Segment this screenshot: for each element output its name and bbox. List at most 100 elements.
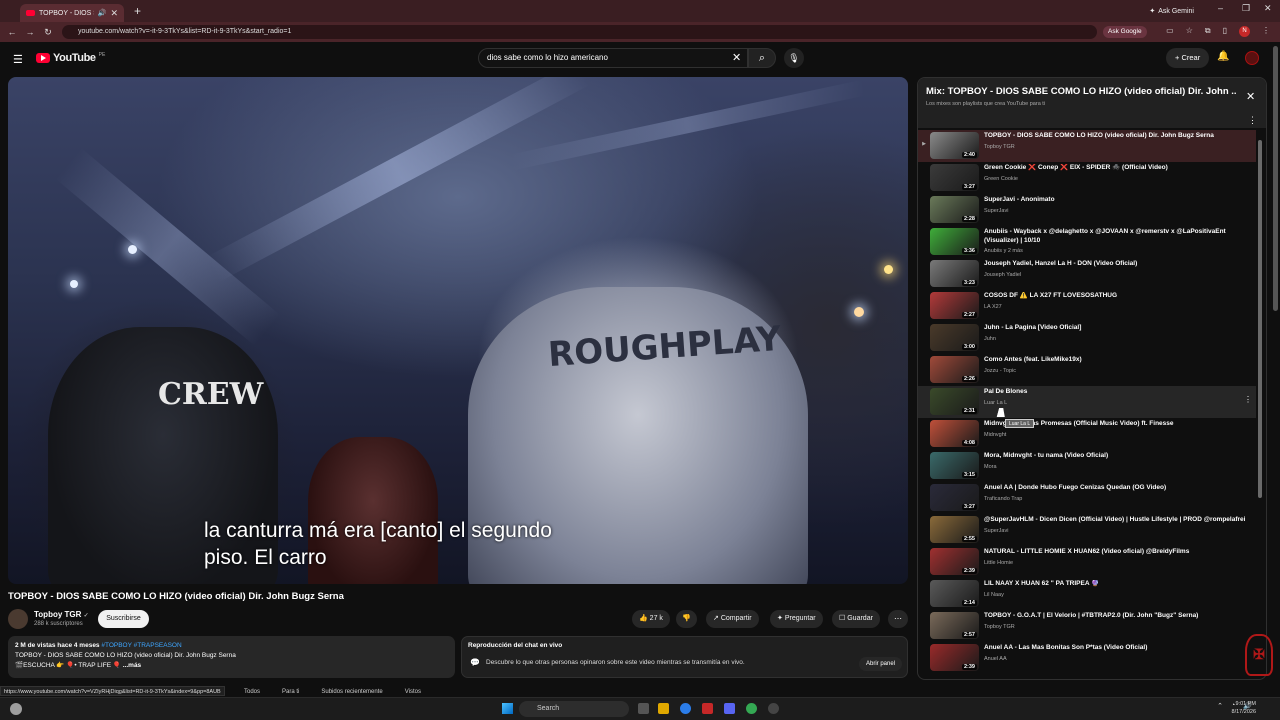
playlist-item-channel[interactable]: Juhn xyxy=(984,336,1246,342)
playlist-item-channel[interactable]: Mora xyxy=(984,464,1246,470)
show-more-link[interactable]: ...más xyxy=(123,662,141,669)
close-window-button[interactable]: ✕ xyxy=(1264,3,1272,14)
hamburger-menu-icon[interactable]: ☰ xyxy=(13,53,23,66)
menu-dots-icon[interactable]: ⋮ xyxy=(1262,26,1270,37)
create-button[interactable]: + Crear xyxy=(1166,48,1210,68)
playlist-item[interactable]: 2:28 SuperJavi - Anonimato SuperJavi xyxy=(918,194,1256,226)
ask-google-button[interactable]: Ask Google xyxy=(1103,26,1147,38)
playlist-scrollbar[interactable] xyxy=(1258,140,1262,498)
channel-avatar[interactable] xyxy=(8,609,28,629)
search-input[interactable]: dios sabe como lo hizo americano xyxy=(478,48,748,68)
playlist-item[interactable]: 2:14 LIL NAAY X HUAN 62 " PA TRIPEA 🔮 Lil … xyxy=(918,578,1256,610)
playlist-item-channel[interactable]: SuperJavi xyxy=(984,528,1246,534)
playlist-item-channel[interactable]: Topboy TGR xyxy=(984,624,1246,630)
playlist-item-title[interactable]: SuperJavi - Anonimato xyxy=(984,196,1246,205)
playlist-item-channel[interactable]: Traficando Trap xyxy=(984,496,1246,502)
playlist-item[interactable]: ▶ 2:40 TOPBOY - DIOS SABE COMO LO HIZO (vi… xyxy=(918,130,1256,162)
playlist-item-channel[interactable]: Jouseph Yadiel xyxy=(984,272,1246,278)
playlist-item-title[interactable]: COSOS DF ⚠️ LA X27 FT LOVESOSATHUG xyxy=(984,292,1246,301)
weather-icon[interactable] xyxy=(10,703,22,715)
playlist-item[interactable]: 3:23 Jouseph Yadiel, Hanzel La H - DON (V… xyxy=(918,258,1256,290)
playlist-item-title[interactable]: Pal De Blones xyxy=(984,388,1246,397)
playlist-item-channel[interactable]: Midnvght xyxy=(984,432,1246,438)
playlist-item[interactable]: 2:57 TOPBOY - G.O.A.T | El Velorio | #TBT… xyxy=(918,610,1256,642)
profile-avatar[interactable]: N xyxy=(1239,26,1250,37)
minimize-button[interactable]: – xyxy=(1218,3,1223,13)
video-thumbnail[interactable]: 2:26 xyxy=(930,356,979,383)
forward-icon[interactable]: → xyxy=(24,27,36,37)
file-explorer-icon[interactable] xyxy=(658,703,669,714)
subscribe-button[interactable]: Suscribirse xyxy=(98,610,149,628)
cast-icon[interactable]: ▭ xyxy=(1166,26,1174,37)
extensions-icon[interactable]: ⧉ xyxy=(1205,26,1211,37)
video-thumbnail[interactable]: 2:57 xyxy=(930,612,979,639)
playlist-item[interactable]: 3:27 Green Cookie ❌ Conep ❌ EIX - SPIDER … xyxy=(918,162,1256,194)
playlist-item[interactable]: 4:08 Midnvght - Falsas Promesas (Official… xyxy=(918,418,1256,450)
chrome-active-icon[interactable] xyxy=(746,703,757,714)
video-thumbnail[interactable]: 3:15 xyxy=(930,452,979,479)
playlist-item-channel[interactable]: SuperJavi xyxy=(984,208,1246,214)
channel-name[interactable]: Topboy TGR ✓ xyxy=(34,610,89,619)
playlist-item-title[interactable]: Anubiis - Wayback x @delaghetto x @JOVAA… xyxy=(984,228,1246,245)
browser-tab-active[interactable]: TOPBOY - DIOS SABE CO 🔊 ✕ xyxy=(20,4,124,22)
playlist-item-title[interactable]: NATURAL - LITTLE HOMIE X HUAN62 (Video o… xyxy=(984,548,1246,557)
video-thumbnail[interactable]: 3:27 xyxy=(930,164,979,191)
open-panel-button[interactable]: Abrir panel xyxy=(858,657,902,671)
playlist-item-title[interactable]: TOPBOY - DIOS SABE COMO LO HIZO (video o… xyxy=(984,132,1246,141)
playlist-item-title[interactable]: TOPBOY - G.O.A.T | El Velorio | #TBTRAP2… xyxy=(984,612,1246,621)
like-button[interactable]: 👍 27 k xyxy=(632,610,670,628)
app-icon[interactable] xyxy=(768,703,779,714)
task-view-icon[interactable] xyxy=(638,703,649,714)
video-thumbnail[interactable]: 3:36 xyxy=(930,228,979,255)
playlist-item-channel[interactable]: Jozzu - Topic xyxy=(984,368,1246,374)
share-button[interactable]: ↗ Compartir xyxy=(706,610,759,628)
ask-gemini-button[interactable]: ✦ Ask Gemini xyxy=(1143,4,1200,18)
chip-para-ti[interactable]: Para ti xyxy=(282,689,299,695)
video-thumbnail[interactable]: 2:39 xyxy=(930,548,979,575)
start-button[interactable] xyxy=(502,703,513,714)
playlist-item-channel[interactable]: Topboy TGR xyxy=(984,144,1246,150)
playlist-item-channel[interactable]: Anubiis y 2 más xyxy=(984,248,1246,254)
notifications-bell-icon[interactable]: 🔔 xyxy=(1217,51,1229,62)
close-playlist-icon[interactable]: ✕ xyxy=(1246,90,1255,103)
ask-button[interactable]: ✦ Preguntar xyxy=(770,610,823,628)
video-thumbnail[interactable]: 2:55 xyxy=(930,516,979,543)
back-icon[interactable]: ← xyxy=(6,27,18,37)
chip-todos[interactable]: Todos xyxy=(244,689,260,695)
app-icon[interactable] xyxy=(702,703,713,714)
more-actions-button[interactable]: ⋯ xyxy=(888,610,908,628)
chip-subidos[interactable]: Subidos recientemente xyxy=(321,689,382,695)
playlist-item-channel[interactable]: Luar La L xyxy=(984,400,1246,406)
playlist-item[interactable]: 2:26 Como Antes (feat. LikeMike19x) Jozzu … xyxy=(918,354,1256,386)
chip-vistos[interactable]: Vistos xyxy=(405,689,421,695)
maximize-button[interactable]: ❐ xyxy=(1242,3,1250,14)
video-thumbnail[interactable]: 3:00 xyxy=(930,324,979,351)
taskbar-clock[interactable]: 9:01 PM 8/17/2026 xyxy=(1232,700,1256,716)
item-menu-icon[interactable]: ⋮ xyxy=(1244,395,1252,404)
video-thumbnail[interactable]: 2:28 xyxy=(930,196,979,223)
video-thumbnail[interactable]: 2:14 xyxy=(930,580,979,607)
playlist-item-title[interactable]: @SuperJavHLM - Dicen Dicen (Official Vid… xyxy=(984,516,1246,525)
playlist-item[interactable]: 3:15 Mora, Midnvght - tu nama (Video Ofic… xyxy=(918,450,1256,482)
tab-close-icon[interactable]: ✕ xyxy=(110,8,118,19)
save-button[interactable]: ☐ Guardar xyxy=(832,610,880,628)
playlist-item-title[interactable]: Anuel AA | Donde Hubo Fuego Cenizas Qued… xyxy=(984,484,1246,493)
discord-icon[interactable] xyxy=(724,703,735,714)
video-thumbnail[interactable]: 2:40 xyxy=(930,132,979,159)
bookmark-star-icon[interactable]: ☆ xyxy=(1186,26,1193,37)
playlist-menu-icon[interactable]: ⋮ xyxy=(1248,115,1257,126)
video-thumbnail[interactable]: 2:39 xyxy=(930,644,979,671)
playlist-item-channel[interactable]: Little Homie xyxy=(984,560,1246,566)
playlist-item-channel[interactable]: Lil Naay xyxy=(984,592,1246,598)
playlist-item-title[interactable]: Green Cookie ❌ Conep ❌ EIX - SPIDER 🕷️ (… xyxy=(984,164,1246,173)
video-player[interactable]: ROUGHPLAY CREW la canturra má era [canto… xyxy=(8,77,908,584)
url-field[interactable]: youtube.com/watch?v=-it-9-3TkYs&list=RD-… xyxy=(62,25,1097,39)
video-thumbnail[interactable]: 2:31 xyxy=(930,388,979,415)
playlist-item-title[interactable]: Anuel AA - Las Mas Bonitas Son P*tas (Vi… xyxy=(984,644,1246,653)
playlist-item[interactable]: 2:39 Anuel AA - Las Mas Bonitas Son P*tas… xyxy=(918,642,1256,674)
playlist-item[interactable]: 3:00 Juhn - La Pagina [Video Oficial] Juhn xyxy=(918,322,1256,354)
playlist-item-channel[interactable]: LA X27 xyxy=(984,304,1246,310)
search-button[interactable]: ⌕ xyxy=(748,48,776,68)
playlist-item[interactable]: 2:55 @SuperJavHLM - Dicen Dicen (Official… xyxy=(918,514,1256,546)
video-thumbnail[interactable]: 2:27 xyxy=(930,292,979,319)
